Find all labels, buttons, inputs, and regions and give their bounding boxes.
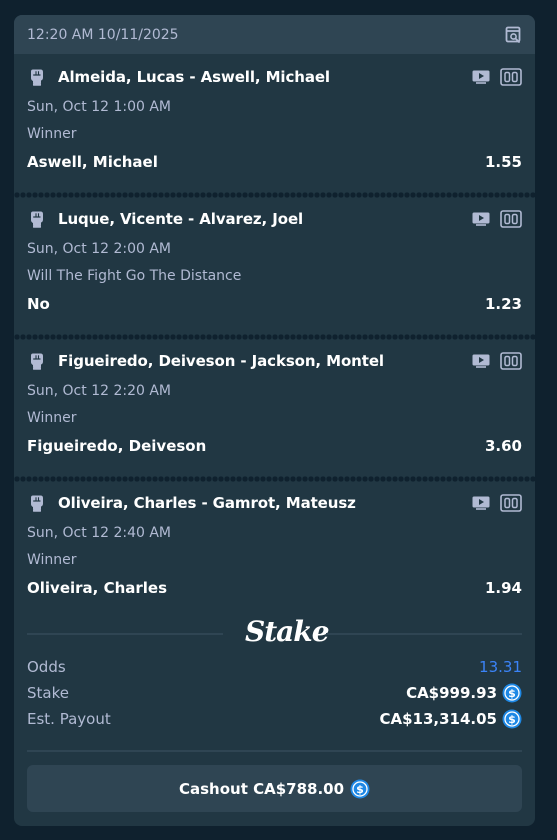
selection-name: Oliveira, Charles [27, 579, 168, 597]
leg-odds: 3.60 [484, 437, 522, 455]
summary-stake-row: Stake CA$999.93 $ [27, 681, 522, 705]
divider-line [27, 633, 223, 635]
stake-value: CA$999.93 [406, 684, 497, 702]
selection-name: No [27, 295, 50, 313]
event-date: Sun, Oct 12 2:00 AM [27, 241, 171, 257]
event-title[interactable]: Almeida, Lucas - Aswell, Michael [58, 68, 472, 86]
market-name: Will The Fight Go The Distance [27, 268, 242, 284]
divider-line [326, 633, 522, 635]
odds-label: Odds [27, 658, 66, 676]
summary-separator [27, 750, 522, 752]
event-title[interactable]: Figueiredo, Deiveson - Jackson, Montel [58, 352, 472, 370]
live-stream-icon[interactable] [472, 212, 490, 226]
market-name: Winner [27, 126, 77, 142]
dollar-coin-icon: $ [350, 779, 370, 799]
selection-name: Figueiredo, Deiveson [27, 437, 207, 455]
total-odds-value: 13.31 [479, 658, 522, 676]
dollar-coin-icon: $ [502, 709, 522, 729]
bet-slip-card: 12:20 AM 10/11/2025 Almeida, Lucas - Asw… [14, 15, 535, 826]
svg-text:$: $ [356, 783, 364, 796]
cashout-button[interactable]: Cashout CA$788.00 $ [27, 765, 522, 812]
event-title[interactable]: Oliveira, Charles - Gamrot, Mateusz [58, 494, 472, 512]
cashout-label: Cashout CA$788.00 [178, 779, 345, 798]
scoreboard-icon[interactable] [500, 210, 522, 228]
svg-text:$: $ [508, 687, 516, 700]
boxing-glove-icon [27, 67, 47, 87]
market-name: Winner [27, 410, 77, 426]
market-name: Winner [27, 552, 77, 568]
bet-slip-header: 12:20 AM 10/11/2025 [14, 15, 535, 54]
bet-leg: Almeida, Lucas - Aswell, Michael Sun, Oc… [14, 54, 535, 195]
scoreboard-icon[interactable] [500, 352, 522, 370]
dollar-coin-icon: $ [502, 683, 522, 703]
scoreboard-icon[interactable] [500, 494, 522, 512]
bet-leg: Luque, Vicente - Alvarez, Joel Sun, Oct … [14, 196, 535, 337]
live-stream-icon[interactable] [472, 70, 490, 84]
live-stream-icon[interactable] [472, 496, 490, 510]
payout-value: CA$13,314.05 [379, 710, 497, 728]
event-title[interactable]: Luque, Vicente - Alvarez, Joel [58, 210, 472, 228]
scoreboard-icon[interactable] [500, 68, 522, 86]
brand-divider: Stake [27, 615, 522, 650]
boxing-glove-icon [27, 209, 47, 229]
boxing-glove-icon [27, 351, 47, 371]
stake-logo: Stake [245, 615, 330, 648]
bet-leg: Figueiredo, Deiveson - Jackson, Montel S… [14, 338, 535, 479]
payout-amount: CA$13,314.05 $ [379, 709, 522, 729]
event-date: Sun, Oct 12 2:20 AM [27, 383, 171, 399]
receipt-search-icon[interactable] [505, 26, 523, 44]
payout-label: Est. Payout [27, 710, 111, 728]
summary-payout-row: Est. Payout CA$13,314.05 $ [27, 707, 522, 731]
bet-leg: Oliveira, Charles - Gamrot, Mateusz Sun,… [14, 480, 535, 621]
leg-odds: 1.94 [484, 579, 522, 597]
leg-odds: 1.55 [484, 153, 522, 171]
boxing-glove-icon [27, 493, 47, 513]
stake-amount: CA$999.93 $ [406, 683, 522, 703]
selection-name: Aswell, Michael [27, 153, 158, 171]
bet-timestamp: 12:20 AM 10/11/2025 [27, 26, 179, 43]
svg-text:$: $ [508, 713, 516, 726]
live-stream-icon[interactable] [472, 354, 490, 368]
leg-odds: 1.23 [484, 295, 522, 313]
event-date: Sun, Oct 12 2:40 AM [27, 525, 171, 541]
summary-odds-row: Odds 13.31 [27, 655, 522, 679]
event-date: Sun, Oct 12 1:00 AM [27, 99, 171, 115]
stake-label: Stake [27, 684, 69, 702]
